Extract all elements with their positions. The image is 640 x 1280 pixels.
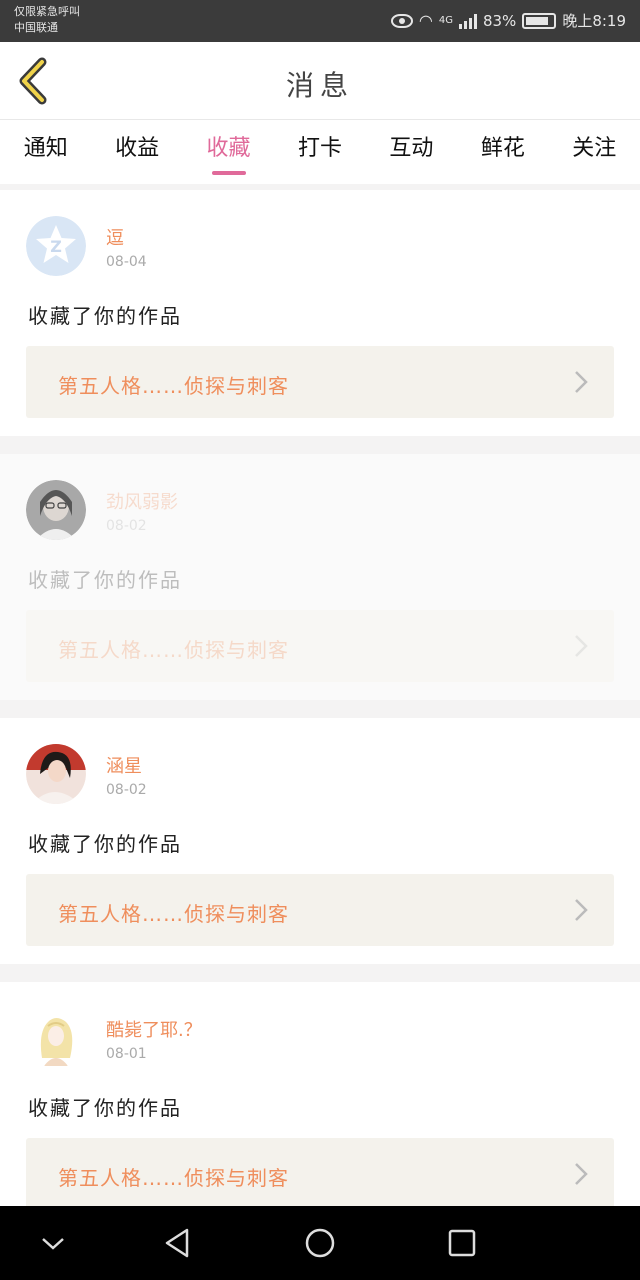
action-text: 收藏了你的作品 bbox=[28, 832, 182, 856]
work-title: 第五人格……侦探与刺客 bbox=[58, 374, 289, 398]
tab-checkin[interactable]: 打卡 bbox=[274, 120, 365, 184]
notification-card: 劲风弱影 08-02 收藏了你的作品 第五人格……侦探与刺客 bbox=[0, 454, 640, 700]
work-link[interactable]: 第五人格……侦探与刺客 bbox=[26, 1138, 614, 1206]
chevron-right-icon bbox=[575, 635, 588, 657]
svg-text:Z: Z bbox=[50, 237, 62, 256]
notification-date: 08-02 bbox=[106, 518, 147, 534]
system-nav-bar bbox=[0, 1206, 640, 1280]
tab-notice[interactable]: 通知 bbox=[0, 120, 91, 184]
notification-list[interactable]: Z 逗 08-04 收藏了你的作品 第五人格……侦探与刺客 劲风弱影 08-02 bbox=[0, 190, 640, 1206]
work-title: 第五人格……侦探与刺客 bbox=[58, 638, 289, 662]
action-text: 收藏了你的作品 bbox=[28, 568, 182, 592]
emergency-only-text: 仅限紧急呼叫 bbox=[14, 5, 80, 18]
notification-card: Z 逗 08-04 收藏了你的作品 第五人格……侦探与刺客 bbox=[0, 190, 640, 436]
work-link[interactable]: 第五人格……侦探与刺客 bbox=[26, 346, 614, 418]
tab-interaction[interactable]: 互动 bbox=[366, 120, 457, 184]
header-bar: 消息 bbox=[0, 42, 640, 120]
tab-bar: 通知 收益 收藏 打卡 互动 鲜花 关注 bbox=[0, 120, 640, 184]
user-photo-icon bbox=[26, 744, 86, 804]
status-icons: ◠ 4G 83% 晚上8:19 bbox=[390, 10, 626, 31]
default-avatar-icon: Z bbox=[26, 216, 86, 276]
user-name[interactable]: 酷毙了耶.？ bbox=[106, 1016, 202, 1042]
chevron-down-icon[interactable] bbox=[36, 1226, 70, 1260]
battery-icon bbox=[522, 12, 557, 29]
signal-icon bbox=[458, 13, 477, 29]
avatar[interactable] bbox=[26, 1008, 86, 1068]
battery-percent: 83% bbox=[482, 11, 517, 30]
tab-flowers[interactable]: 鲜花 bbox=[457, 120, 548, 184]
home-circle-icon[interactable] bbox=[303, 1226, 337, 1260]
work-link[interactable]: 第五人格……侦探与刺客 bbox=[26, 610, 614, 682]
notification-date: 08-04 bbox=[106, 254, 147, 270]
notification-card: 酷毙了耶.？ 08-01 收藏了你的作品 第五人格……侦探与刺客 bbox=[0, 982, 640, 1206]
action-text: 收藏了你的作品 bbox=[28, 304, 182, 328]
work-title: 第五人格……侦探与刺客 bbox=[58, 902, 289, 926]
work-title: 第五人格……侦探与刺客 bbox=[58, 1166, 289, 1190]
avatar[interactable] bbox=[26, 744, 86, 804]
tab-follows[interactable]: 关注 bbox=[549, 120, 640, 184]
eye-comfort-icon bbox=[390, 13, 413, 28]
user-photo-icon bbox=[26, 480, 86, 540]
chevron-right-icon bbox=[575, 899, 588, 921]
user-name[interactable]: 逗 bbox=[106, 224, 124, 250]
recents-square-icon[interactable] bbox=[445, 1226, 479, 1260]
page-title: 消息 bbox=[285, 69, 354, 102]
action-text: 收藏了你的作品 bbox=[28, 1096, 182, 1120]
avatar[interactable] bbox=[26, 480, 86, 540]
work-link[interactable]: 第五人格……侦探与刺客 bbox=[26, 874, 614, 946]
avatar[interactable]: Z bbox=[26, 216, 86, 276]
chevron-right-icon bbox=[575, 1163, 588, 1185]
tab-earnings[interactable]: 收益 bbox=[91, 120, 182, 184]
back-triangle-icon[interactable] bbox=[160, 1226, 194, 1260]
network-type: 4G bbox=[438, 15, 453, 26]
carrier-info: 仅限紧急呼叫 中国联通 bbox=[14, 4, 80, 36]
notification-date: 08-01 bbox=[106, 1046, 147, 1062]
user-name[interactable]: 涵星 bbox=[106, 752, 142, 778]
status-bar: 仅限紧急呼叫 中国联通 ◠ 4G 83% 晚上8:19 bbox=[0, 0, 640, 42]
notification-date: 08-02 bbox=[106, 782, 147, 798]
carrier-name: 中国联通 bbox=[14, 21, 58, 34]
anime-girl-avatar-icon bbox=[26, 1008, 86, 1068]
tab-favorites[interactable]: 收藏 bbox=[183, 120, 274, 184]
notification-card: 涵星 08-02 收藏了你的作品 第五人格……侦探与刺客 bbox=[0, 718, 640, 964]
wifi-icon: ◠ bbox=[418, 11, 433, 30]
chevron-right-icon bbox=[575, 371, 588, 393]
clock: 晚上8:19 bbox=[562, 12, 626, 30]
user-name[interactable]: 劲风弱影 bbox=[106, 488, 178, 514]
